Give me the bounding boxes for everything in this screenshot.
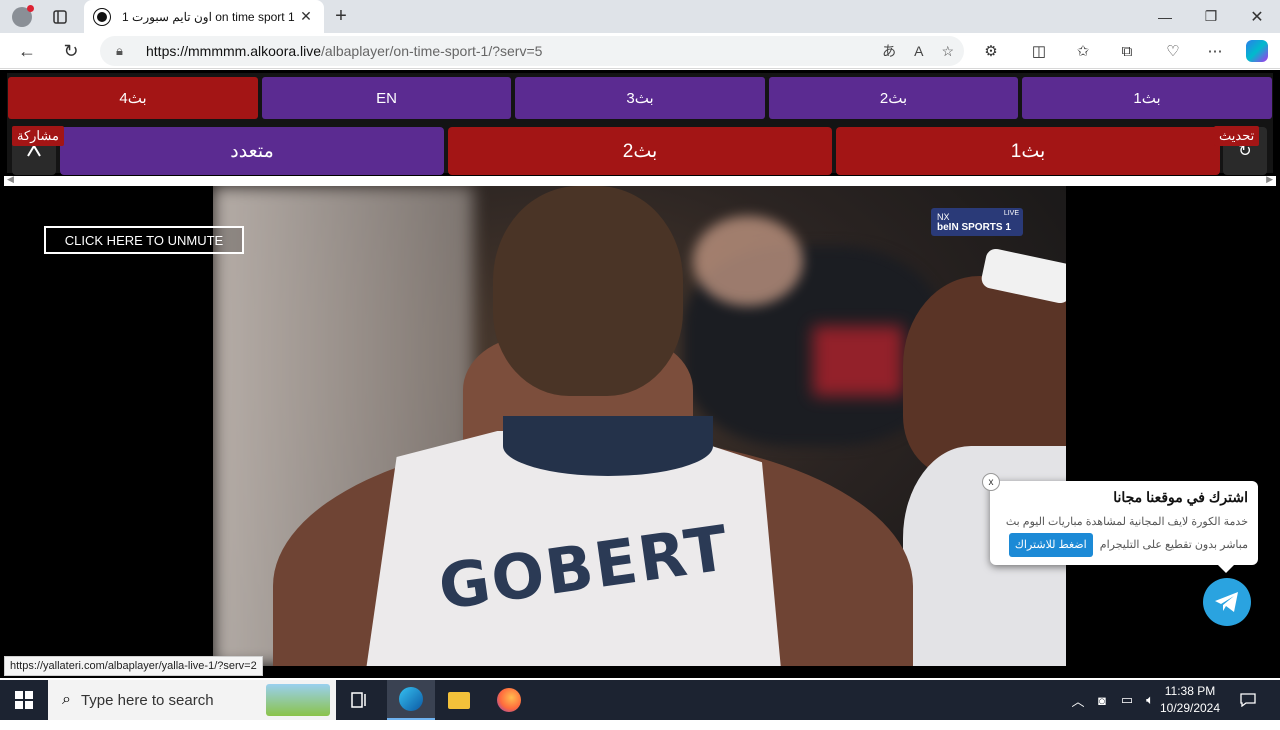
browser-tab-bar: اون تايم سبورت 1 on time sport 1 ✕ + — ❐… [0,0,1280,33]
server-button-4[interactable]: بث4 [8,77,258,119]
lock-icon[interactable]: 🔒︎ [116,43,130,59]
telegram-button[interactable] [1203,578,1251,626]
server-button-3[interactable]: بث3 [515,77,765,119]
back-icon[interactable]: ← [10,33,44,69]
tab-title: اون تايم سبورت 1 on time sport 1 [122,9,295,24]
start-button[interactable] [0,680,48,720]
edge-taskbar-icon[interactable] [387,680,435,720]
new-tab-icon[interactable]: + [328,0,354,33]
tab-actions-icon[interactable] [46,0,74,33]
reload-icon[interactable]: ↻ [54,33,88,69]
restore-icon[interactable]: ❐ [1188,0,1234,33]
system-clock[interactable]: 11:38 PM 10/29/2024 [1150,683,1230,717]
file-explorer-icon[interactable] [435,680,483,720]
refresh-label[interactable]: تحديث [1214,126,1260,146]
favorites-icon[interactable]: ✩ [1066,33,1100,69]
status-link: https://yallateri.com/albaplayer/yalla-l… [4,656,263,676]
channel-logo: LIVE NX beIN SPORTS 1 [931,208,1023,236]
unmute-button[interactable]: CLICK HERE TO UNMUTE [44,226,244,254]
popup-close-button[interactable]: x [982,473,1000,491]
search-icon: ⌕ [62,691,71,708]
tab-close-icon[interactable]: ✕ [298,8,314,25]
collections-icon[interactable]: ⧉ [1110,33,1144,69]
server-selector: بث4 EN بث3 بث2 بث1 متعدد بث2 بث1 ↻ مشارك… [4,70,1276,176]
horizontal-scrollbar[interactable]: ◀ ▶ [4,174,1276,186]
telegram-icon [1215,592,1238,612]
performance-icon[interactable]: ♡ [1156,33,1190,69]
more-menu-icon[interactable]: ⋯ [1198,33,1232,69]
close-window-icon[interactable]: ✕ [1234,0,1280,33]
copilot-icon[interactable] [1240,33,1274,69]
page-content: بث4 EN بث3 بث2 بث1 متعدد بث2 بث1 ↻ مشارك… [0,70,1280,730]
address-toolbar: ← ↻ 🔒︎ https://mmmmm.alkoora.live/albapl… [0,33,1280,69]
notifications-icon[interactable] [1234,680,1262,720]
extensions-icon[interactable]: ⚙ [974,33,1008,69]
server-button-1[interactable]: بث1 [1022,77,1272,119]
split-screen-icon[interactable]: ◫ [1022,33,1056,69]
share-icon [27,144,41,157]
search-highlight-image [266,684,330,716]
profile-icon[interactable] [6,0,38,33]
popup-title: اشترك في موقعنا مجانا [1113,489,1248,505]
task-view-icon[interactable] [336,680,384,720]
active-tab[interactable]: اون تايم سبورت 1 on time sport 1 ✕ [84,0,324,33]
multi-server-button[interactable]: متعدد [60,127,444,175]
subscribe-popup: x اشترك في موقعنا مجانا خدمة الكورة لايف… [982,473,1258,573]
address-bar[interactable]: 🔒︎ https://mmmmm.alkoora.live/albaplayer… [100,36,964,66]
network-icon[interactable]: ▭ [1116,680,1138,720]
favorite-star-icon[interactable]: ☆ [941,43,954,60]
scroll-right-icon[interactable]: ▶ [1266,174,1273,185]
scroll-left-icon[interactable]: ◀ [7,174,14,185]
video-player[interactable]: GOBERT LIVE NX beIN SPORTS 1 CLICK HERE … [4,186,1276,666]
meet-now-icon[interactable]: ◙ [1092,680,1112,720]
soccer-ball-icon [93,7,111,26]
firefox-icon[interactable] [485,680,533,720]
translate-icon[interactable]: あ [882,41,896,61]
stream-2-button[interactable]: بث2 [448,127,832,175]
stream-1-button[interactable]: بث1 [836,127,1220,175]
url-text: https://mmmmm.alkoora.live/albaplayer/on… [146,43,543,59]
video-frame[interactable]: GOBERT LIVE NX beIN SPORTS 1 [213,186,1066,666]
show-hidden-icons[interactable]: ︿ [1068,680,1088,720]
minimize-icon[interactable]: — [1142,0,1188,33]
read-aloud-icon[interactable]: A [914,43,923,59]
popup-body: خدمة الكورة لايف المجانية لمشاهدة مباريا… [996,511,1248,557]
windows-taskbar: ⌕ Type here to search ︿ ◙ ▭ 🔈︎ 11:38 PM … [0,680,1280,720]
taskbar-search[interactable]: ⌕ Type here to search [48,680,336,720]
share-label[interactable]: مشاركة [12,126,64,146]
server-button-2[interactable]: بث2 [769,77,1018,119]
subscribe-button[interactable]: اضغط للاشتراك [1008,533,1093,557]
windows-icon [15,691,33,709]
server-button-en[interactable]: EN [262,77,511,119]
